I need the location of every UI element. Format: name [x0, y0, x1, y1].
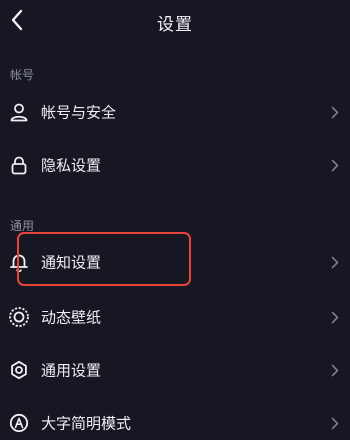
bell-icon [8, 251, 30, 273]
gear-icon [8, 359, 30, 381]
dynamic-wallpaper-icon [8, 306, 30, 328]
header-bar: 设置 [0, 0, 350, 44]
row-general-settings[interactable]: 通用设置 [0, 347, 350, 393]
settings-screen: 设置 帐号 帐号与安全 隐私设置 通用 通知设置 动态壁纸 通用设置 大字简明模… [0, 0, 350, 440]
row-dynamic-wallpaper[interactable]: 动态壁纸 [0, 294, 350, 340]
row-label: 大字简明模式 [41, 414, 132, 433]
row-notification-settings[interactable]: 通知设置 [0, 239, 350, 285]
page-title: 设置 [157, 15, 193, 35]
large-font-icon [8, 412, 30, 434]
chevron-right-icon [330, 416, 340, 430]
section-title-account: 帐号 [10, 68, 35, 82]
section-title-general: 通用 [10, 219, 35, 233]
row-privacy-settings[interactable]: 隐私设置 [0, 142, 350, 188]
row-label: 通知设置 [41, 253, 102, 272]
row-label: 帐号与安全 [41, 103, 117, 122]
row-account-security[interactable]: 帐号与安全 [0, 89, 350, 135]
chevron-right-icon [330, 310, 340, 324]
chevron-right-icon [330, 255, 340, 269]
row-label: 通用设置 [41, 361, 102, 380]
chevron-right-icon [330, 105, 340, 119]
lock-icon [8, 154, 30, 176]
chevron-right-icon [330, 158, 340, 172]
row-large-font-mode[interactable]: 大字简明模式 [0, 400, 350, 440]
chevron-right-icon [330, 363, 340, 377]
row-label: 动态壁纸 [41, 308, 102, 327]
row-label: 隐私设置 [41, 156, 102, 175]
person-icon [8, 101, 30, 123]
